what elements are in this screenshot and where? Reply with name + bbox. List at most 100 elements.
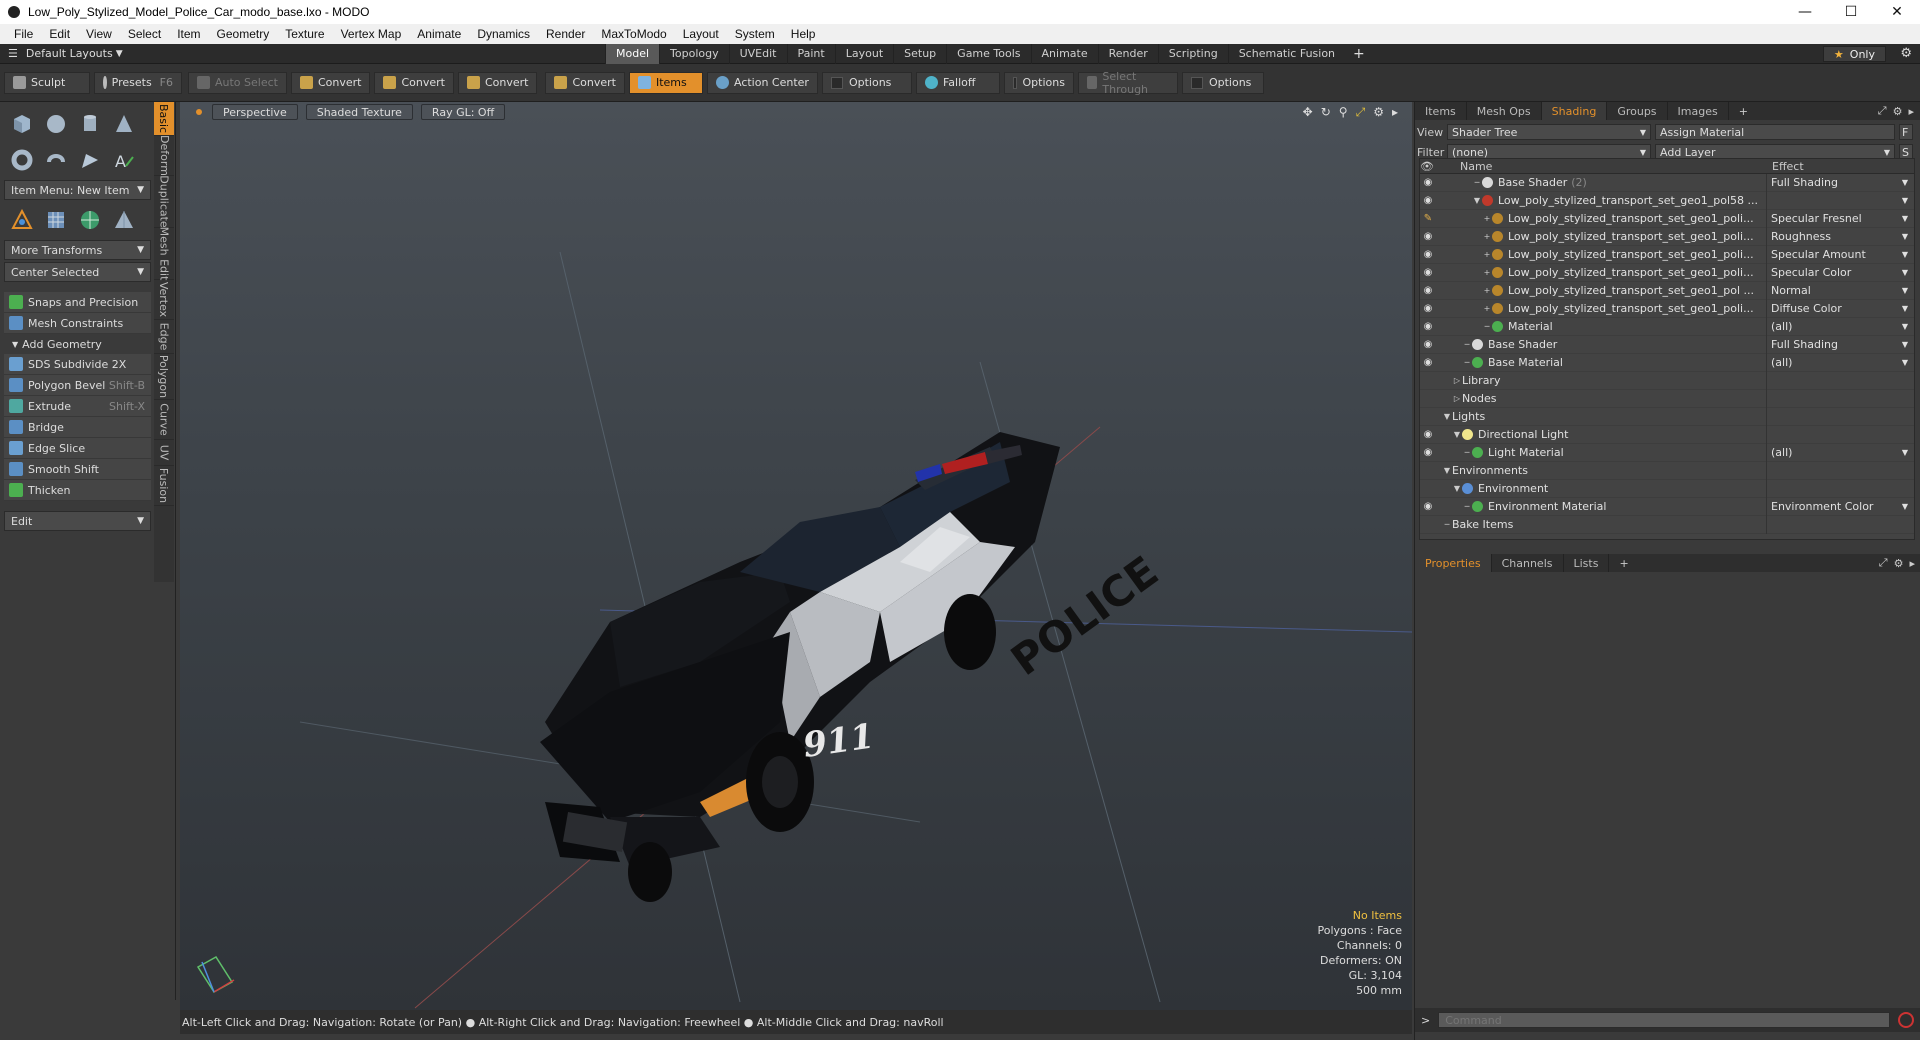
tree-item-effect[interactable]: Full Shading ▼: [1766, 335, 1914, 354]
close-icon[interactable]: ✕: [1874, 0, 1920, 24]
layout-tab-layout[interactable]: Layout: [834, 43, 893, 64]
cube-icon[interactable]: [8, 110, 36, 138]
menu-item-file[interactable]: File: [6, 27, 41, 41]
cylinder-icon[interactable]: [76, 110, 104, 138]
tree-item-effect[interactable]: Full Shading ▼: [1766, 173, 1914, 192]
command-history-icon[interactable]: [1898, 1012, 1915, 1028]
properties-tab-properties[interactable]: Properties: [1415, 554, 1492, 572]
tree-item-effect[interactable]: (all) ▼: [1766, 443, 1914, 462]
tree-item-effect[interactable]: Normal ▼: [1766, 281, 1914, 300]
text-tool-icon[interactable]: A: [110, 146, 138, 174]
shader-tree-row[interactable]: ◉ ▼ Low_poly_stylized_transport_set_geo1_p…: [1420, 191, 1914, 210]
falloff-options-button[interactable]: Options: [1003, 71, 1074, 94]
shading-tab-groups[interactable]: Groups: [1607, 102, 1668, 120]
command-input[interactable]: [1438, 1012, 1891, 1028]
panel-menu-icon[interactable]: ▸: [1908, 105, 1914, 118]
tool-polygon-bevel[interactable]: Polygon Bevel Shift-B: [4, 375, 151, 396]
add-tab-icon[interactable]: +: [1729, 102, 1758, 120]
viewport-menu-dot[interactable]: [196, 109, 202, 115]
maximize-panel-icon[interactable]: ⤢: [1879, 556, 1888, 570]
shader-tree-row[interactable]: ▷ Nodes: [1420, 389, 1914, 408]
sphere-icon[interactable]: [42, 110, 70, 138]
convert-polygons-button[interactable]: Convert: [457, 71, 538, 94]
shading-tab-items[interactable]: Items: [1415, 102, 1467, 120]
shading-mode-button[interactable]: Shaded Texture: [305, 104, 413, 120]
expand-toggle-icon[interactable]: +: [1482, 214, 1492, 223]
eye-icon[interactable]: ◉: [1420, 285, 1436, 296]
eye-icon[interactable]: ◉: [1420, 357, 1436, 368]
palette-tab-duplicate[interactable]: Duplicate: [154, 175, 174, 228]
panel-menu-icon[interactable]: ▸: [1909, 557, 1915, 570]
pen-icon[interactable]: [76, 146, 104, 174]
layout-tab-topology[interactable]: Topology: [659, 43, 729, 64]
eye-icon[interactable]: ◉: [1420, 195, 1436, 206]
shader-tree-row[interactable]: ◉ ─ Base Shader Full Shading ▼: [1420, 335, 1914, 354]
edit-dropdown[interactable]: Edit ▼: [4, 511, 151, 531]
eye-icon[interactable]: ◉: [1420, 267, 1436, 278]
shader-tree-row[interactable]: ✎ + Low_poly_stylized_transport_set_geo1_p…: [1420, 209, 1914, 228]
menu-item-animate[interactable]: Animate: [409, 27, 469, 41]
tree-item-effect[interactable]: Specular Fresnel ▼: [1766, 209, 1914, 228]
tree-item-effect[interactable]: (all) ▼: [1766, 317, 1914, 336]
only-button[interactable]: ★ Only: [1822, 46, 1886, 62]
expand-toggle-icon[interactable]: +: [1482, 268, 1492, 277]
eye-icon[interactable]: ◉: [1420, 429, 1436, 440]
shader-tree-row[interactable]: ◉ + Low_poly_stylized_transport_set_geo1_p…: [1420, 299, 1914, 318]
falloff-button[interactable]: Falloff: [915, 71, 1000, 94]
shader-tree-row[interactable]: ▼ Environment: [1420, 479, 1914, 498]
tree-item-effect[interactable]: Specular Amount ▼: [1766, 245, 1914, 264]
expand-toggle-icon[interactable]: ▼: [1472, 196, 1482, 205]
tree-item-effect[interactable]: Roughness ▼: [1766, 227, 1914, 246]
expand-toggle-icon[interactable]: +: [1482, 250, 1492, 259]
expand-toggle-icon[interactable]: +: [1482, 232, 1492, 241]
viewport-gear-icon[interactable]: ⚙: [1373, 105, 1384, 120]
menu-item-select[interactable]: Select: [120, 27, 169, 41]
maximize-panel-icon[interactable]: ⤢: [1878, 104, 1887, 118]
panel-gear-icon[interactable]: ⚙: [1893, 105, 1903, 118]
palette-tab-fusion[interactable]: Fusion: [154, 466, 174, 506]
auto-select-button[interactable]: Auto Select: [188, 71, 287, 94]
menu-item-texture[interactable]: Texture: [277, 27, 332, 41]
pan-icon[interactable]: ✥: [1303, 105, 1313, 120]
shader-tree-row[interactable]: ◉ ─ Base Shader (2) Full Shading ▼: [1420, 173, 1914, 192]
properties-tab-channels[interactable]: Channels: [1492, 554, 1564, 572]
shading-tab-mesh-ops[interactable]: Mesh Ops: [1467, 102, 1542, 120]
more-transforms-dropdown[interactable]: More Transforms ▼: [4, 240, 151, 260]
shading-tab-shading[interactable]: Shading: [1541, 102, 1608, 120]
perspective-button[interactable]: Perspective: [212, 104, 298, 120]
action-center-button[interactable]: Action Center: [706, 71, 818, 94]
raygl-button[interactable]: Ray GL: Off: [420, 104, 506, 120]
menu-item-layout[interactable]: Layout: [675, 27, 727, 41]
3d-viewport[interactable]: POLICE 911 Perspective Shaded Texture Ra…: [180, 102, 1412, 1010]
shader-tree-row[interactable]: ◉ + Low_poly_stylized_transport_set_geo1_p…: [1420, 281, 1914, 300]
shading-tab-images[interactable]: Images: [1668, 102, 1729, 120]
menu-item-maxtomodo[interactable]: MaxToModo: [593, 27, 674, 41]
palette-tab-polygon[interactable]: Polygon: [154, 354, 174, 400]
eye-icon[interactable]: ◉: [1420, 339, 1436, 350]
expand-toggle-icon[interactable]: ▷: [1452, 376, 1462, 385]
snaps-precision-button[interactable]: Snaps and Precision: [4, 292, 151, 313]
layout-tab-animate[interactable]: Animate: [1030, 43, 1098, 64]
convert-vertices-button[interactable]: Convert: [290, 71, 371, 94]
expand-toggle-icon[interactable]: ▼: [1452, 484, 1462, 493]
name-column-header[interactable]: Name: [1436, 160, 1766, 173]
options-checkbox[interactable]: [830, 76, 843, 89]
tool-sds-subdivide-2x[interactable]: SDS Subdivide 2X: [4, 354, 151, 375]
select-through-options-button[interactable]: Options: [1181, 71, 1264, 94]
sculpt-button[interactable]: Sculpt: [4, 71, 90, 94]
expand-toggle-icon[interactable]: ▼: [1442, 412, 1452, 421]
f-button[interactable]: F: [1899, 124, 1913, 140]
options-checkbox[interactable]: [1012, 76, 1017, 89]
palette-tab-uv[interactable]: UV: [154, 440, 174, 466]
palette-tab-mesh-edit[interactable]: Mesh Edit: [154, 227, 174, 280]
eye-icon[interactable]: ◉: [1420, 447, 1436, 458]
expand-toggle-icon[interactable]: +: [1482, 304, 1492, 313]
shader-tree-row[interactable]: ▷ Library: [1420, 371, 1914, 390]
tree-item-effect[interactable]: Diffuse Color ▼: [1766, 299, 1914, 318]
menu-item-dynamics[interactable]: Dynamics: [469, 27, 538, 41]
move-gizmo-icon[interactable]: [8, 206, 36, 234]
palette-tab-deform[interactable]: Deform: [154, 135, 174, 176]
presets-button[interactable]: Presets F6: [94, 71, 182, 94]
layout-tab-model[interactable]: Model: [605, 43, 660, 64]
action-center-options-button[interactable]: Options: [821, 71, 912, 94]
